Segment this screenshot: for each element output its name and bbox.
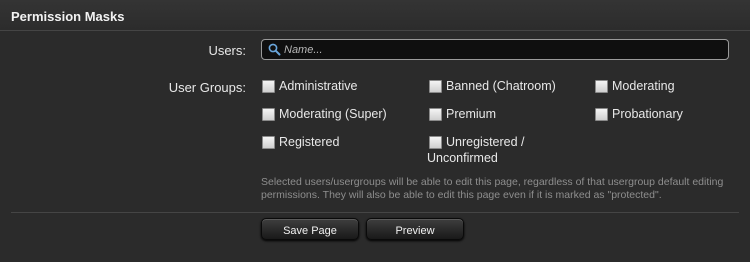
- checkbox-label: Registered: [279, 135, 340, 149]
- section-title: Permission Masks: [11, 9, 125, 24]
- checkbox[interactable]: [429, 136, 442, 149]
- checkbox[interactable]: [262, 136, 275, 149]
- checkbox[interactable]: [595, 80, 608, 93]
- search-icon: [268, 43, 281, 56]
- checkbox-label-line2: Unconfirmed: [427, 151, 498, 165]
- help-text: Selected users/usergroups will be able t…: [261, 176, 724, 201]
- checkbox[interactable]: [595, 108, 608, 121]
- checkbox-label: Moderating: [612, 79, 675, 93]
- checkbox-label: Administrative: [279, 79, 358, 93]
- checkbox-label: Banned (Chatroom): [446, 79, 556, 93]
- checkbox[interactable]: [429, 108, 442, 121]
- checkbox[interactable]: [262, 108, 275, 121]
- preview-button[interactable]: Preview: [366, 218, 464, 240]
- user-groups-label: User Groups:: [168, 80, 246, 95]
- checkbox[interactable]: [262, 80, 275, 93]
- checkbox-label: Moderating (Super): [279, 107, 387, 121]
- divider: [11, 212, 739, 213]
- users-search-field[interactable]: [261, 39, 729, 60]
- save-page-button[interactable]: Save Page: [261, 218, 359, 240]
- users-label: Users:: [208, 43, 246, 58]
- checkbox[interactable]: [429, 80, 442, 93]
- users-search-input[interactable]: [284, 41, 714, 58]
- checkbox-label: Unregistered /: [446, 135, 525, 149]
- checkbox-label: Premium: [446, 107, 497, 121]
- section-header: Permission Masks: [0, 0, 750, 31]
- checkbox-label: Probationary: [612, 107, 683, 121]
